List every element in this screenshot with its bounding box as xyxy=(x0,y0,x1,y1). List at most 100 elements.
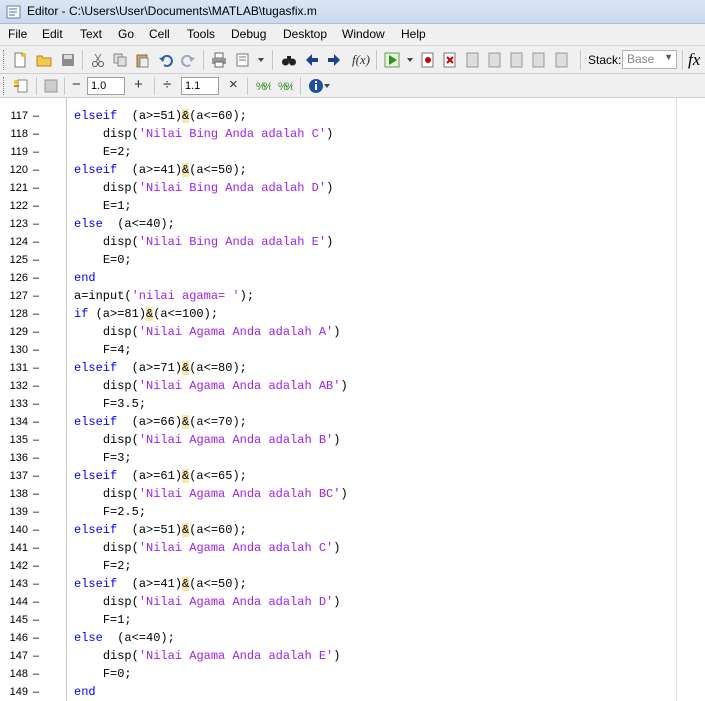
code-editor[interactable]: 117– elseif (a>=51)&(a<=60); 118– disp('Ni… xyxy=(0,98,705,701)
breakpoint-marker[interactable]: – xyxy=(33,557,39,575)
breakpoint-marker[interactable]: – xyxy=(33,575,39,593)
menu-debug[interactable]: Debug xyxy=(228,27,269,41)
breakpoint-marker[interactable]: – xyxy=(33,413,39,431)
new-file-icon[interactable] xyxy=(11,51,29,69)
breakpoint-marker[interactable]: – xyxy=(33,629,39,647)
code-line[interactable]: 120– elseif (a>=41)&(a<=50); xyxy=(0,161,705,179)
function-browser-icon[interactable]: f(x) xyxy=(349,51,373,69)
code-line[interactable]: 123– else (a<=40); xyxy=(0,215,705,233)
breakpoint-marker[interactable]: – xyxy=(33,395,39,413)
toolbar-grip[interactable] xyxy=(3,50,7,70)
code-line[interactable]: 144– disp('Nilai Agama Anda adalah D') xyxy=(0,593,705,611)
breakpoint-marker[interactable]: – xyxy=(33,251,39,269)
breakpoint-marker[interactable]: – xyxy=(33,305,39,323)
code-line[interactable]: 132– disp('Nilai Agama Anda adalah AB') xyxy=(0,377,705,395)
breakpoint-marker[interactable]: – xyxy=(33,161,39,179)
clear-breakpoints-icon[interactable] xyxy=(441,51,459,69)
step-in-icon[interactable] xyxy=(486,51,504,69)
menu-cell[interactable]: Cell xyxy=(146,27,173,41)
breakpoint-marker[interactable]: – xyxy=(33,467,39,485)
code-line[interactable]: 124– disp('Nilai Bing Anda adalah E') xyxy=(0,233,705,251)
save-icon[interactable] xyxy=(59,51,77,69)
breakpoint-marker[interactable]: – xyxy=(33,485,39,503)
code-line[interactable]: 118– disp('Nilai Bing Anda adalah C') xyxy=(0,125,705,143)
breakpoint-marker[interactable]: – xyxy=(33,341,39,359)
code-line[interactable]: 146– else (a<=40); xyxy=(0,629,705,647)
breakpoint-marker[interactable]: – xyxy=(33,647,39,665)
cut-icon[interactable] xyxy=(89,51,107,69)
menu-text[interactable]: Text xyxy=(77,27,105,41)
comment-percent-icon[interactable]: %% xyxy=(254,77,272,95)
breakpoint-marker[interactable]: – xyxy=(33,377,39,395)
code-line[interactable]: 130– F=4; xyxy=(0,341,705,359)
paste-icon[interactable] xyxy=(133,51,151,69)
find-files-icon[interactable] xyxy=(234,51,252,69)
menu-window[interactable]: Window xyxy=(339,27,388,41)
breakpoint-marker[interactable]: – xyxy=(33,359,39,377)
breakpoint-marker[interactable]: – xyxy=(33,683,39,701)
open-folder-icon[interactable] xyxy=(35,51,53,69)
increment-icon[interactable]: + xyxy=(134,76,143,93)
breakpoint-marker[interactable]: – xyxy=(33,431,39,449)
chevron-down-icon[interactable] xyxy=(405,51,415,69)
menu-tools[interactable]: Tools xyxy=(184,27,218,41)
code-line[interactable]: 127– a=input('nilai agama= '); xyxy=(0,287,705,305)
breakpoint-marker[interactable]: – xyxy=(33,125,39,143)
code-line[interactable]: 149– end xyxy=(0,683,705,701)
breakpoint-marker[interactable]: – xyxy=(33,215,39,233)
stack-select[interactable]: Base ▼ xyxy=(622,50,677,69)
divide-icon[interactable]: ÷ xyxy=(163,76,171,93)
code-line[interactable]: 119– E=2; xyxy=(0,143,705,161)
decrement-icon[interactable]: − xyxy=(72,76,81,93)
breakpoint-marker[interactable]: – xyxy=(33,539,39,557)
breakpoint-marker[interactable]: – xyxy=(33,179,39,197)
chevron-down-icon[interactable] xyxy=(322,77,332,95)
code-line[interactable]: 131– elseif (a>=71)&(a<=80); xyxy=(0,359,705,377)
step-out-icon[interactable] xyxy=(508,51,526,69)
eval-cell-icon[interactable] xyxy=(42,77,60,95)
code-line[interactable]: 141– disp('Nilai Agama Anda adalah C') xyxy=(0,539,705,557)
toolbar-grip[interactable] xyxy=(3,77,7,95)
code-line[interactable]: 133– F=3.5; xyxy=(0,395,705,413)
breakpoint-marker[interactable]: – xyxy=(33,233,39,251)
code-line[interactable]: 129– disp('Nilai Agama Anda adalah A') xyxy=(0,323,705,341)
code-line[interactable]: 138– disp('Nilai Agama Anda adalah BC') xyxy=(0,485,705,503)
breakpoint-marker[interactable]: – xyxy=(33,521,39,539)
code-line[interactable]: 121– disp('Nilai Bing Anda adalah D') xyxy=(0,179,705,197)
code-line[interactable]: 145– F=1; xyxy=(0,611,705,629)
code-line[interactable]: 136– F=3; xyxy=(0,449,705,467)
menu-desktop[interactable]: Desktop xyxy=(280,27,330,41)
menu-go[interactable]: Go xyxy=(115,27,137,41)
print-icon[interactable] xyxy=(210,51,228,69)
continue-icon[interactable] xyxy=(530,51,548,69)
code-line[interactable]: 147– disp('Nilai Agama Anda adalah E') xyxy=(0,647,705,665)
code-line[interactable]: 122– E=1; xyxy=(0,197,705,215)
step-icon[interactable] xyxy=(464,51,482,69)
multiply-icon[interactable]: × xyxy=(229,76,238,93)
back-arrow-icon[interactable] xyxy=(303,51,321,69)
breakpoint-marker[interactable]: – xyxy=(33,503,39,521)
breakpoint-marker[interactable]: – xyxy=(33,197,39,215)
find-binoculars-icon[interactable] xyxy=(280,51,298,69)
code-line[interactable]: 143– elseif (a>=41)&(a<=50); xyxy=(0,575,705,593)
exit-debug-icon[interactable] xyxy=(553,51,571,69)
code-line[interactable]: 117– elseif (a>=51)&(a<=60); xyxy=(0,107,705,125)
forward-arrow-icon[interactable] xyxy=(325,51,343,69)
code-line[interactable]: 137– elseif (a>=61)&(a<=65); xyxy=(0,467,705,485)
code-line[interactable]: 139– F=2.5; xyxy=(0,503,705,521)
redo-icon[interactable] xyxy=(179,51,197,69)
run-icon[interactable] xyxy=(383,51,401,69)
breakpoint-marker[interactable]: – xyxy=(33,269,39,287)
breakpoint-marker[interactable]: – xyxy=(33,107,39,125)
code-line[interactable]: 135– disp('Nilai Agama Anda adalah B') xyxy=(0,431,705,449)
breakpoint-marker[interactable]: – xyxy=(33,287,39,305)
menu-file[interactable]: File xyxy=(5,27,30,41)
undo-icon[interactable] xyxy=(157,51,175,69)
divide-value-field[interactable]: 1.1 xyxy=(181,77,219,95)
menu-edit[interactable]: Edit xyxy=(39,27,66,41)
insert-cell-icon[interactable] xyxy=(12,77,30,95)
breakpoint-marker[interactable]: – xyxy=(33,143,39,161)
chevron-down-icon[interactable] xyxy=(256,51,266,69)
code-line[interactable]: 140– elseif (a>=51)&(a<=60); xyxy=(0,521,705,539)
code-line[interactable]: 134– elseif (a>=66)&(a<=70); xyxy=(0,413,705,431)
